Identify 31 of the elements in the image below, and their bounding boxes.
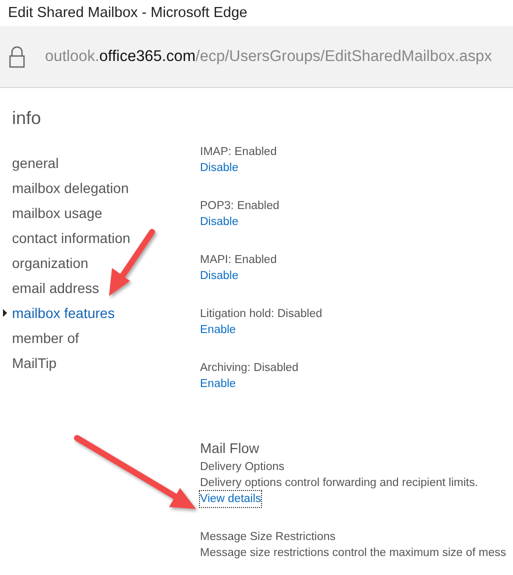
lock-icon	[9, 46, 25, 68]
feature-status: Litigation hold: Disabled	[200, 307, 324, 322]
sidebar-item[interactable]: member of	[12, 330, 79, 346]
section-description: Message size restrictions control the maximum size of mess	[200, 546, 508, 561]
feature-action-link[interactable]: Enable	[200, 376, 236, 392]
feature-status: MAPI: Enabled	[200, 253, 278, 268]
window-title: Edit Shared Mailbox - Microsoft Edge	[8, 5, 248, 21]
address-bar[interactable]: outlook.office365.com/ecp/UsersGroups/EditSharedMailbox.aspx	[0, 26, 513, 88]
feature-action-link[interactable]: Enable	[200, 322, 236, 338]
sidebar-item[interactable]: mailbox features	[12, 304, 115, 320]
section-heading: Mail Flow	[200, 440, 260, 456]
feature-action-link[interactable]: Disable	[200, 214, 238, 230]
caret-icon	[3, 309, 7, 317]
sidebar-item[interactable]: contact information	[12, 230, 130, 246]
section-description: Delivery options control forwarding and recipient limits.	[200, 476, 480, 491]
feature-status: IMAP: Enabled	[200, 145, 278, 160]
feature-action-link[interactable]: Disable	[200, 268, 238, 284]
page-title: info	[12, 108, 42, 130]
feature-status: Archiving: Disabled	[200, 361, 300, 376]
view-details-link[interactable]: View details	[200, 491, 262, 507]
sidebar-item[interactable]: mailbox usage	[12, 204, 102, 220]
sidebar-item[interactable]: general	[12, 154, 59, 170]
sidebar-item[interactable]: MailTip	[12, 354, 57, 370]
section-title: Message Size Restrictions	[200, 530, 336, 545]
sidebar-item[interactable]: mailbox delegation	[12, 180, 129, 196]
feature-action-link[interactable]: Disable	[200, 160, 238, 176]
url-text: outlook.office365.com/ecp/UsersGroups/EditSharedMailbox.aspx	[45, 48, 492, 66]
section-title: Delivery Options	[200, 460, 286, 475]
feature-status: POP3: Enabled	[200, 199, 280, 214]
sidebar-item[interactable]: organization	[12, 254, 88, 270]
sidebar-item[interactable]: email address	[12, 280, 100, 296]
